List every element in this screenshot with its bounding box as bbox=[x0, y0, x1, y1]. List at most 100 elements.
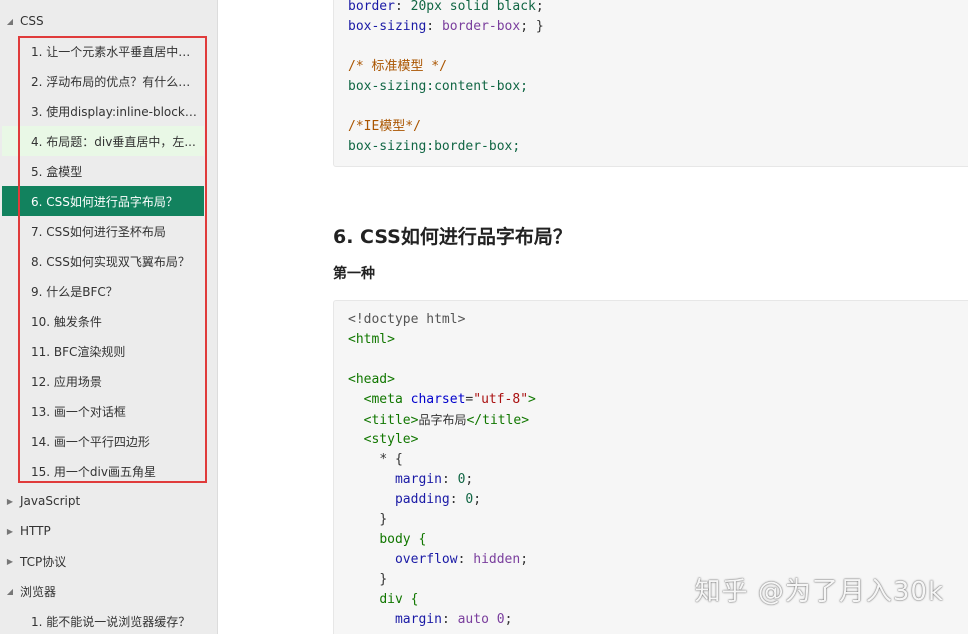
code-token: * { bbox=[379, 452, 403, 467]
code-token: } bbox=[379, 512, 388, 527]
code-line: box-sizing: border-box; } bbox=[348, 19, 544, 34]
toc-item-8[interactable]: 8. CSS如何实现双飞翼布局？ bbox=[2, 246, 204, 276]
code-token: <style> bbox=[363, 432, 419, 447]
section-label: CSS bbox=[20, 14, 44, 28]
code-token: margin bbox=[394, 612, 442, 627]
code-token: <meta bbox=[363, 392, 403, 407]
toc-item-label: 1. 让一个元素水平垂直居中，... bbox=[31, 44, 201, 59]
toc-item-label: 12. 应用场景 bbox=[31, 374, 102, 389]
toc-item-1[interactable]: 1. 让一个元素水平垂直居中，... bbox=[2, 36, 204, 66]
code-token: 0 bbox=[457, 472, 466, 487]
section-label: TCP协议 bbox=[20, 554, 67, 569]
code-token: border bbox=[348, 0, 395, 14]
toc-item-5[interactable]: 5. 盒模型 bbox=[2, 156, 204, 186]
code-line: <title>品字布局</title> bbox=[348, 410, 529, 430]
code-block-box-sizing: border: 20px solid black; box-sizing: bo… bbox=[333, 0, 968, 167]
code-line: <!doctype html> bbox=[348, 310, 465, 330]
code-token: 品字布局 bbox=[418, 413, 467, 427]
section-label: HTTP bbox=[20, 524, 51, 538]
toc-item-7[interactable]: 7. CSS如何进行圣杯布局 bbox=[2, 216, 204, 246]
code-token: 20px solid black bbox=[410, 0, 536, 14]
toc-item-label: 6. CSS如何进行品字布局？ bbox=[31, 194, 178, 209]
toc-item-2[interactable]: 2. 浮动布局的优点？有什么缺... bbox=[2, 66, 204, 96]
section-heading: 6. CSS如何进行品字布局？ bbox=[333, 226, 572, 248]
code-line: <meta charset="utf-8"> bbox=[363, 392, 536, 407]
toc-item-3[interactable]: 3. 使用display:inline-block会... bbox=[2, 96, 204, 126]
code-token: auto 0 bbox=[457, 612, 505, 627]
toc-item-label: 13. 画一个对话框 bbox=[31, 404, 126, 419]
toc-item-11[interactable]: 11. BFC渲染规则 bbox=[2, 336, 204, 366]
code-line: margin: auto 0; bbox=[394, 612, 513, 627]
toc-item-label: 11. BFC渲染规则 bbox=[31, 344, 126, 359]
article-content: border: 20px solid black; box-sizing: bo… bbox=[219, 0, 968, 634]
code-token: </title> bbox=[466, 413, 530, 428]
toc-section-browser[interactable]: ◢ 浏览器 bbox=[0, 576, 210, 606]
collapsed-triangle-icon: ▶ bbox=[6, 556, 14, 566]
code-line: <head> bbox=[348, 370, 395, 390]
toc-section-http[interactable]: ▶ HTTP bbox=[0, 516, 210, 546]
code-token: div { bbox=[379, 592, 419, 607]
toc-item-label: 9. 什么是BFC？ bbox=[31, 284, 118, 299]
code-line: overflow: hidden; bbox=[394, 552, 529, 567]
code-token: charset bbox=[410, 392, 466, 407]
toc-item-6-active[interactable]: 6. CSS如何进行品字布局？ bbox=[2, 186, 204, 216]
toc-item-label: 8. CSS如何实现双飞翼布局？ bbox=[31, 254, 190, 269]
code-line: /*IE模型*/ bbox=[348, 119, 421, 134]
toc-item-label: 1. 能不能说一说浏览器缓存？ bbox=[31, 614, 191, 629]
toc-item-label: 10. 触发条件 bbox=[31, 314, 102, 329]
expanded-triangle-icon: ◢ bbox=[6, 16, 14, 26]
sidebar-toc: ◢ CSS 1. 让一个元素水平垂直居中，... 2. 浮动布局的优点？有什么缺… bbox=[0, 0, 218, 634]
code-line: div { bbox=[348, 590, 418, 610]
code-token: 0 bbox=[465, 492, 474, 507]
code-token: border-box bbox=[441, 19, 521, 34]
code-token: overflow bbox=[394, 552, 458, 567]
zhihu-watermark: 知乎 @为了月入30k bbox=[694, 577, 944, 607]
code-line: <style> bbox=[348, 430, 419, 450]
expanded-triangle-icon: ◢ bbox=[6, 586, 14, 596]
toc-item-label: 2. 浮动布局的优点？有什么缺... bbox=[31, 74, 201, 89]
code-line: } bbox=[348, 510, 387, 530]
code-line: * { bbox=[348, 450, 403, 470]
code-line: } bbox=[348, 570, 387, 590]
code-line: border: 20px solid black; bbox=[348, 0, 544, 14]
toc-item-label: 5. 盒模型 bbox=[31, 164, 83, 179]
section-label: JavaScript bbox=[20, 494, 81, 508]
toc-section-tcp[interactable]: ▶ TCP协议 bbox=[0, 546, 210, 576]
toc-section-javascript[interactable]: ▶ JavaScript bbox=[0, 486, 210, 516]
toc-browser-item-1[interactable]: 1. 能不能说一说浏览器缓存？ bbox=[2, 606, 212, 634]
toc-item-15[interactable]: 15. 用一个div画五角星 bbox=[2, 456, 204, 486]
toc-item-label: 7. CSS如何进行圣杯布局 bbox=[31, 224, 166, 239]
code-token: <title> bbox=[363, 413, 419, 428]
toc-section-css[interactable]: ◢ CSS bbox=[0, 6, 210, 36]
code-token: <head> bbox=[348, 372, 395, 387]
code-line: box-sizing:border-box; bbox=[348, 139, 521, 154]
code-token: } bbox=[379, 572, 388, 587]
toc-item-9[interactable]: 9. 什么是BFC？ bbox=[2, 276, 204, 306]
collapsed-triangle-icon: ▶ bbox=[6, 496, 14, 506]
toc-item-label: 14. 画一个平行四边形 bbox=[31, 434, 150, 449]
toc-item-label: 4. 布局题：div垂直居中，左... bbox=[31, 134, 196, 149]
code-line: body { bbox=[348, 530, 426, 550]
collapsed-triangle-icon: ▶ bbox=[6, 526, 14, 536]
code-line: /* 标准模型 */ bbox=[348, 59, 447, 74]
code-token: padding bbox=[394, 492, 450, 507]
code-line: <html> bbox=[348, 330, 395, 350]
toc-item-10[interactable]: 10. 触发条件 bbox=[2, 306, 204, 336]
toc-item-13[interactable]: 13. 画一个对话框 bbox=[2, 396, 204, 426]
code-line: box-sizing:content-box; bbox=[348, 79, 529, 94]
toc-item-14[interactable]: 14. 画一个平行四边形 bbox=[2, 426, 204, 456]
toc-item-label: 15. 用一个div画五角星 bbox=[31, 464, 156, 479]
code-token: > bbox=[528, 392, 536, 407]
code-token: hidden bbox=[473, 552, 521, 567]
code-token: "utf-8" bbox=[473, 392, 529, 407]
toc-item-4[interactable]: 4. 布局题：div垂直居中，左... bbox=[2, 126, 204, 156]
code-line: margin: 0; bbox=[394, 472, 474, 487]
code-token: <html> bbox=[348, 332, 395, 347]
toc-item-12[interactable]: 12. 应用场景 bbox=[2, 366, 204, 396]
sub-heading: 第一种 bbox=[333, 266, 375, 282]
code-token: box-sizing bbox=[348, 19, 427, 34]
code-token: margin bbox=[394, 472, 442, 487]
code-line: padding: 0; bbox=[394, 492, 482, 507]
section-label: 浏览器 bbox=[20, 584, 57, 599]
code-token: <!doctype html> bbox=[348, 312, 466, 327]
